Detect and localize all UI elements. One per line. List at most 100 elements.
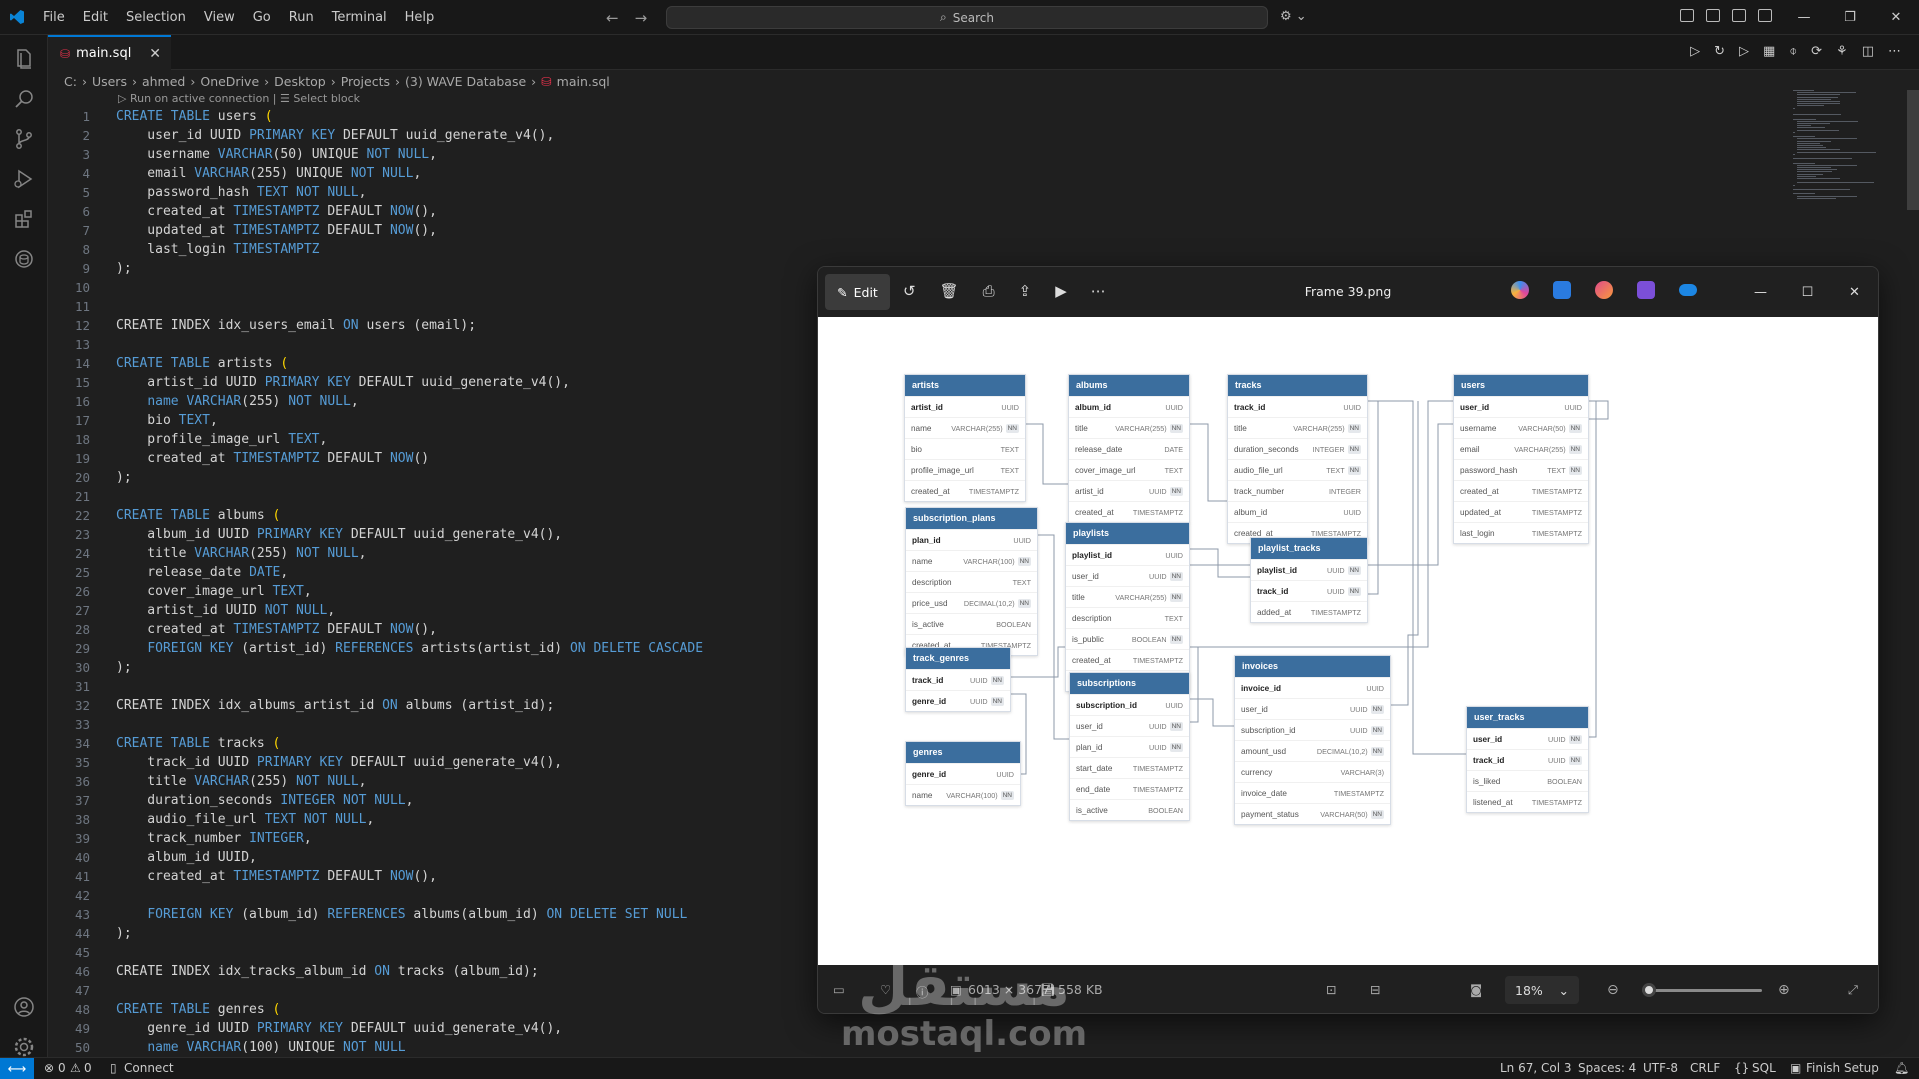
code-line[interactable]: bio TEXT,	[116, 411, 703, 430]
code-line[interactable]: name VARCHAR(255) NOT NULL,	[116, 392, 703, 411]
connect-label[interactable]: Connect	[124, 1061, 174, 1075]
run-debug-icon[interactable]	[12, 167, 36, 191]
run-on-connection-link[interactable]: Run on active connection	[130, 92, 269, 105]
breadcrumb-item[interactable]: OneDrive	[200, 74, 259, 89]
database-icon[interactable]	[12, 247, 36, 271]
screenshot-icon[interactable]: ◙	[1470, 982, 1482, 997]
code-line[interactable]: artist_id UUID NOT NULL,	[116, 601, 703, 620]
breadcrumb-item[interactable]: C:	[64, 74, 77, 89]
breadcrumb-item[interactable]: Projects	[341, 74, 390, 89]
code-line[interactable]: track_id UUID PRIMARY KEY DEFAULT uuid_g…	[116, 753, 703, 772]
code-line[interactable]: CREATE TABLE genres (	[116, 1000, 703, 1019]
code-line[interactable]: );	[116, 259, 703, 278]
code-line[interactable]: CREATE TABLE albums (	[116, 506, 703, 525]
code-line[interactable]	[116, 886, 703, 905]
paint-app-icon[interactable]	[1595, 281, 1613, 299]
restore-icon[interactable]: ❐	[1827, 0, 1873, 35]
encoding[interactable]: UTF-8	[1643, 1061, 1678, 1075]
layout-customize-icon[interactable]	[1680, 9, 1694, 22]
accounts-icon[interactable]	[12, 995, 36, 1019]
code-line[interactable]	[116, 335, 703, 354]
code-line[interactable]: CREATE TABLE users (	[116, 107, 703, 126]
code-line[interactable]: );	[116, 658, 703, 677]
code-line[interactable]	[116, 297, 703, 316]
code-line[interactable]: audio_file_url TEXT NOT NULL,	[116, 810, 703, 829]
run-query-icon[interactable]: ▷	[1690, 44, 1700, 59]
clipchamp-app-icon[interactable]	[1637, 281, 1655, 299]
code-line[interactable]: track_number INTEGER,	[116, 829, 703, 848]
code-line[interactable]	[116, 981, 703, 1000]
forward-arrow-icon[interactable]: →	[635, 9, 648, 27]
search-icon[interactable]	[12, 87, 36, 111]
refresh-icon[interactable]: ⟳	[1811, 44, 1822, 59]
close-icon[interactable]: ✕	[1873, 0, 1919, 35]
breadcrumb-item[interactable]: ahmed	[142, 74, 185, 89]
remote-indicator-icon[interactable]: ⟷	[0, 1058, 34, 1079]
toggle-secondary-sidebar-icon[interactable]	[1758, 9, 1772, 22]
menu-file[interactable]: File	[34, 10, 74, 25]
cursor-position[interactable]: Ln 67, Col 3	[1500, 1061, 1572, 1075]
vscode-logo-icon[interactable]	[0, 0, 34, 35]
connect-icon[interactable]: ▯	[110, 1061, 117, 1075]
breadcrumb-item[interactable]: (3) WAVE Database	[405, 74, 526, 89]
code-line[interactable]	[116, 278, 703, 297]
extensions-icon[interactable]	[12, 207, 36, 231]
fit-window-icon[interactable]: ⊟	[1370, 982, 1380, 997]
code-line[interactable]: last_login TIMESTAMPTZ	[116, 240, 703, 259]
code-line[interactable]: CREATE INDEX idx_users_email ON users (e…	[116, 316, 703, 335]
indentation[interactable]: Spaces: 4	[1578, 1061, 1636, 1075]
manage-gear-icon[interactable]	[12, 1035, 36, 1059]
breadcrumb-item[interactable]: main.sql	[557, 74, 610, 89]
zoom-in-icon[interactable]: ⊕	[1778, 982, 1790, 998]
close-tab-icon[interactable]: ✕	[149, 46, 161, 62]
toggle-panel-icon[interactable]	[1732, 9, 1746, 22]
code-line[interactable]: album_id UUID,	[116, 848, 703, 867]
run-icon[interactable]: ▷	[1739, 44, 1749, 59]
code-line[interactable]: artist_id UUID PRIMARY KEY DEFAULT uuid_…	[116, 373, 703, 392]
code-line[interactable]: created_at TIMESTAMPTZ DEFAULT NOW()	[116, 449, 703, 468]
code-line[interactable]: profile_image_url TEXT,	[116, 430, 703, 449]
code-line[interactable]: cover_image_url TEXT,	[116, 582, 703, 601]
code-line[interactable]: updated_at TIMESTAMPTZ DEFAULT NOW(),	[116, 221, 703, 240]
menu-run[interactable]: Run	[280, 10, 323, 25]
warnings-icon[interactable]: ⚠	[70, 1061, 81, 1075]
menu-go[interactable]: Go	[244, 10, 280, 25]
zoom-slider[interactable]	[1642, 983, 1762, 997]
zoom-slider-knob[interactable]	[1642, 983, 1656, 997]
minimize-icon[interactable]: —	[1781, 0, 1827, 35]
copilot-app-icon[interactable]	[1511, 281, 1529, 299]
code-line[interactable]: album_id UUID PRIMARY KEY DEFAULT uuid_g…	[116, 525, 703, 544]
breadcrumb-item[interactable]: Users	[92, 74, 127, 89]
photos-close-icon[interactable]: ✕	[1831, 267, 1878, 317]
code-line[interactable]: name VARCHAR(100) UNIQUE NOT NULL	[116, 1038, 703, 1057]
explorer-icon[interactable]	[12, 47, 36, 71]
menu-selection[interactable]: Selection	[117, 10, 195, 25]
code-line[interactable]: );	[116, 468, 703, 487]
source-control-icon[interactable]	[12, 127, 36, 151]
select-block-link[interactable]: Select block	[293, 92, 360, 105]
code-line[interactable]: created_at TIMESTAMPTZ DEFAULT NOW(),	[116, 202, 703, 221]
code-line[interactable]	[116, 677, 703, 696]
code-line[interactable]	[116, 487, 703, 506]
command-center-search[interactable]: ⌕ Search	[666, 6, 1268, 29]
code-line[interactable]	[116, 943, 703, 962]
code-line[interactable]: CREATE TABLE artists (	[116, 354, 703, 373]
code-line[interactable]: );	[116, 924, 703, 943]
table-icon[interactable]: ▦	[1763, 44, 1775, 59]
menu-help[interactable]: Help	[396, 10, 444, 25]
split-editor-icon[interactable]: ◫	[1862, 44, 1874, 59]
code-line[interactable]: created_at TIMESTAMPTZ DEFAULT NOW(),	[116, 867, 703, 886]
code-line[interactable]: user_id UUID PRIMARY KEY DEFAULT uuid_ge…	[116, 126, 703, 145]
fullscreen-icon[interactable]: ⤢	[1848, 982, 1858, 998]
code-line[interactable]	[116, 715, 703, 734]
notifications-bell-icon[interactable]: 🔔︎	[1894, 1061, 1909, 1075]
menu-edit[interactable]: Edit	[74, 10, 117, 25]
minimap[interactable]	[1793, 90, 1913, 270]
finish-setup[interactable]: Finish Setup	[1806, 1061, 1879, 1075]
zoom-out-icon[interactable]: ⊖	[1607, 982, 1619, 998]
actual-size-icon[interactable]: ⊡	[1326, 982, 1336, 997]
designer-app-icon[interactable]	[1553, 281, 1571, 299]
code-line[interactable]: title VARCHAR(255) NOT NULL,	[116, 772, 703, 791]
more-actions-icon[interactable]: ⋯	[1888, 44, 1901, 59]
copilot-icon[interactable]: ⚙︎ ⌄	[1280, 9, 1307, 24]
